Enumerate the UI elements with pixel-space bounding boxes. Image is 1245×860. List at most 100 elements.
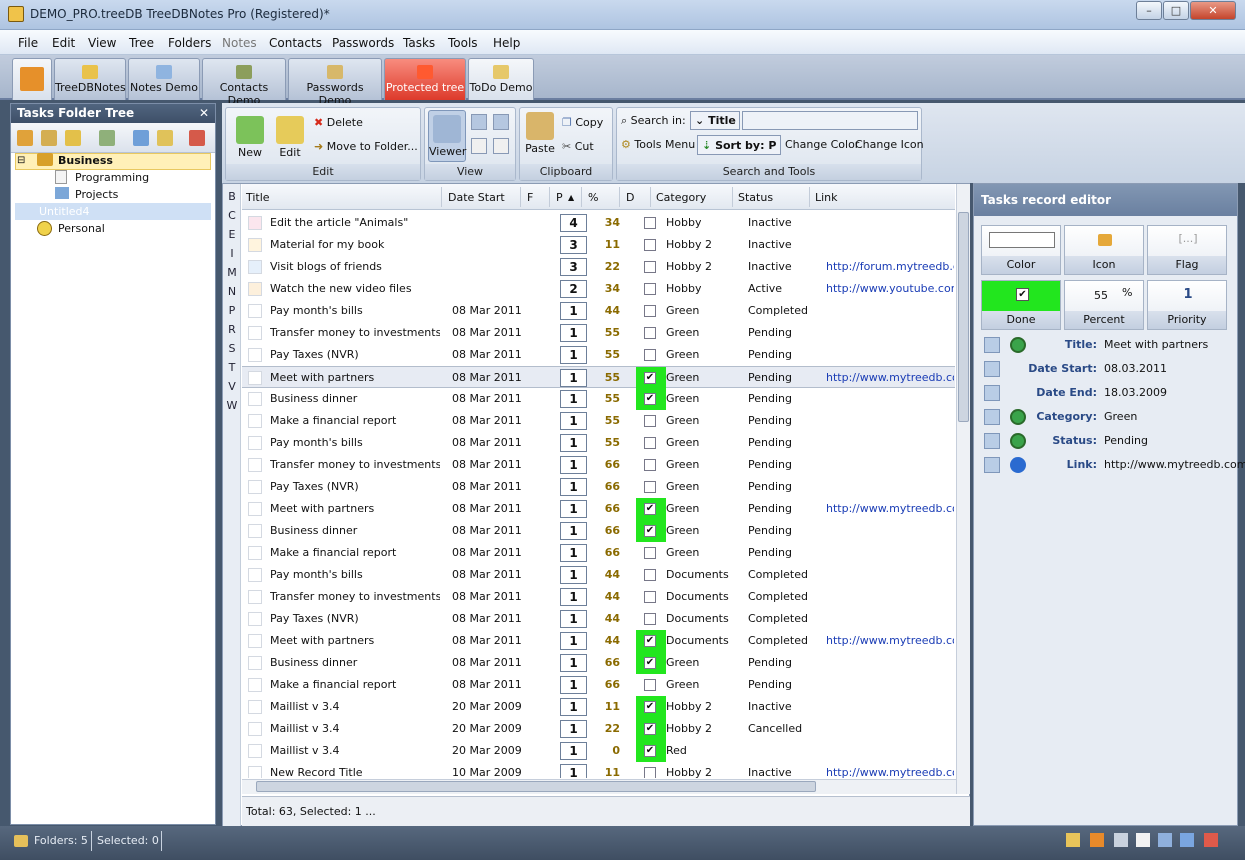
panel-close-icon[interactable]: ✕	[199, 106, 209, 120]
horizontal-scrollbar[interactable]	[242, 779, 956, 794]
copy-field-icon[interactable]	[984, 457, 1000, 473]
done-checkbox[interactable]: ✔	[644, 503, 656, 515]
tree-node-projects[interactable]: Projects	[75, 186, 118, 203]
cell-priority[interactable]: 1	[560, 456, 587, 474]
table-row[interactable]: Pay Taxes (NVR) 08 Mar 2011 1 55 Green Pendin…	[242, 344, 955, 366]
tab-todo-demo[interactable]: ToDo Demo	[468, 58, 534, 100]
layout-icon[interactable]	[1158, 833, 1172, 847]
done-checkbox[interactable]: ✔	[644, 635, 656, 647]
menu-tools[interactable]: Tools	[448, 36, 478, 50]
percent-value[interactable]: 55	[1094, 289, 1108, 302]
edit-button[interactable]: Edit	[272, 116, 308, 159]
delete-folder-icon[interactable]	[189, 130, 205, 146]
field-value[interactable]: 08.03.2011	[1104, 362, 1167, 375]
icon-tile[interactable]: Icon	[1064, 225, 1144, 275]
field-value[interactable]: Pending	[1104, 434, 1148, 447]
color-dropdown[interactable]	[989, 232, 1055, 248]
done-checkbox[interactable]	[644, 305, 656, 317]
done-checkbox[interactable]	[644, 767, 656, 778]
viewer-button[interactable]: Viewer	[428, 110, 466, 162]
menu-help[interactable]: Help	[493, 36, 520, 50]
table-row[interactable]: Maillist v 3.4 20 Mar 2009 1 11 ✔ Hobby 2 Inac…	[242, 696, 955, 718]
search-input[interactable]	[742, 111, 918, 130]
tree-node-programming[interactable]: Programming	[75, 169, 149, 186]
menu-view[interactable]: View	[88, 36, 116, 50]
move-to-folder-button[interactable]: ➜ Move to Folder...	[314, 140, 418, 153]
folder-mail-icon[interactable]	[157, 130, 173, 146]
table-row[interactable]: Make a financial report 08 Mar 2011 1 66 Gre…	[242, 542, 955, 564]
hscroll-thumb[interactable]	[256, 781, 816, 792]
lookup-icon[interactable]	[1010, 337, 1026, 353]
menu-folders[interactable]: Folders	[168, 36, 211, 50]
done-checkbox[interactable]: ✔	[644, 723, 656, 735]
table-row[interactable]: Meet with partners 08 Mar 2011 1 44 ✔ Documen…	[242, 630, 955, 652]
table-row[interactable]: Business dinner 08 Mar 2011 1 66 ✔ Green Pendi…	[242, 520, 955, 542]
table-row[interactable]: Pay month's bills 08 Mar 2011 1 55 Green Pend…	[242, 432, 955, 454]
cell-link[interactable]: http://www.youtube.com/	[826, 282, 954, 295]
menu-edit[interactable]: Edit	[52, 36, 75, 50]
priority-value[interactable]: 1	[1148, 287, 1228, 302]
collapse-toggle-icon[interactable]: ⊟	[17, 152, 25, 169]
table-row[interactable]: Pay Taxes (NVR) 08 Mar 2011 1 44 Documents Co…	[242, 608, 955, 630]
table-row[interactable]: Pay month's bills 08 Mar 2011 1 44 Documents…	[242, 564, 955, 586]
table-row[interactable]: Business dinner 08 Mar 2011 1 66 ✔ Green Pendi…	[242, 652, 955, 674]
menu-passwords[interactable]: Passwords	[332, 36, 394, 50]
cell-priority[interactable]: 1	[560, 698, 587, 716]
done-checkbox[interactable]	[644, 349, 656, 361]
done-checkbox[interactable]: ✔	[1016, 288, 1029, 301]
table-row[interactable]: Meet with partners 08 Mar 2011 1 66 ✔ Green Pe…	[242, 498, 955, 520]
cell-link[interactable]: http://www.mytreedb.com	[826, 766, 954, 778]
done-tile[interactable]: ✔ Done	[981, 280, 1061, 330]
lookup-icon[interactable]	[1010, 433, 1026, 449]
close-button[interactable]: ✕	[1190, 1, 1236, 20]
done-checkbox[interactable]: ✔	[644, 372, 656, 384]
cell-priority[interactable]: 1	[560, 324, 587, 342]
done-checkbox[interactable]: ✔	[644, 745, 656, 757]
done-checkbox[interactable]	[644, 613, 656, 625]
tools-menu-button[interactable]: ⚙ Tools Menu	[621, 138, 695, 151]
cell-priority[interactable]: 1	[560, 500, 587, 518]
done-checkbox[interactable]	[644, 239, 656, 251]
table-row[interactable]: Maillist v 3.4 20 Mar 2009 1 0 ✔ Red	[242, 740, 955, 762]
copy-field-icon[interactable]	[984, 337, 1000, 353]
done-checkbox[interactable]	[644, 459, 656, 471]
split-view-icon[interactable]	[493, 138, 509, 154]
table-row[interactable]: Edit the article "Animals" 4 34 Hobby Inacti…	[242, 212, 955, 234]
window-icon[interactable]	[1180, 833, 1194, 847]
delete-button[interactable]: ✖ Delete	[314, 116, 363, 129]
tree-node-business[interactable]: Business	[58, 152, 113, 169]
cell-priority[interactable]: 1	[560, 566, 587, 584]
copy-field-icon[interactable]	[984, 385, 1000, 401]
cut-button[interactable]: ✂ Cut	[562, 140, 594, 153]
table-row[interactable]: Transfer money to investments 08 Mar 2011…	[242, 322, 955, 344]
copy-field-icon[interactable]	[984, 433, 1000, 449]
task-icon[interactable]	[1090, 833, 1104, 847]
menu-tasks[interactable]: Tasks	[403, 36, 435, 50]
tool-icon[interactable]	[1114, 833, 1128, 847]
grid-view-icon[interactable]	[471, 138, 487, 154]
cell-priority[interactable]: 1	[560, 720, 587, 738]
exit-icon[interactable]	[1204, 833, 1218, 847]
cell-priority[interactable]: 1	[560, 588, 587, 606]
done-checkbox[interactable]	[644, 481, 656, 493]
scroll-thumb[interactable]	[958, 212, 969, 422]
table-row[interactable]: Pay month's bills 08 Mar 2011 1 44 Green Comp…	[242, 300, 955, 322]
new-button[interactable]: New	[232, 116, 268, 159]
tab-passwords-demo[interactable]: Passwords Demo	[288, 58, 382, 107]
table-row[interactable]: Make a financial report 08 Mar 2011 1 55 Gre…	[242, 410, 955, 432]
cell-priority[interactable]: 1	[560, 654, 587, 672]
cell-priority[interactable]: 4	[560, 214, 587, 232]
priority-tile[interactable]: 1 Priority	[1147, 280, 1227, 330]
done-checkbox[interactable]	[644, 547, 656, 559]
move-folder-icon[interactable]	[99, 130, 115, 146]
done-checkbox[interactable]: ✔	[644, 701, 656, 713]
lookup-icon[interactable]	[1010, 409, 1026, 425]
done-checkbox[interactable]: ✔	[644, 657, 656, 669]
cell-priority[interactable]: 3	[560, 236, 587, 254]
add-subfolder-icon[interactable]	[41, 130, 57, 146]
done-checkbox[interactable]	[644, 283, 656, 295]
flag-tile[interactable]: [...] Flag	[1147, 225, 1227, 275]
maximize-button[interactable]: □	[1163, 1, 1189, 20]
minimize-button[interactable]: –	[1136, 1, 1162, 20]
menu-contacts[interactable]: Contacts	[269, 36, 322, 50]
